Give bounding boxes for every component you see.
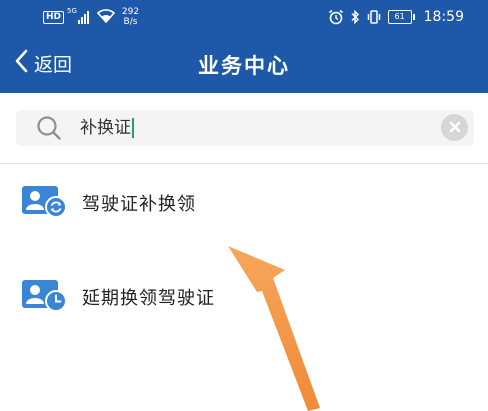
search-box[interactable]: 补换证 <box>16 110 474 146</box>
hd-badge: HD <box>43 10 65 24</box>
vibrate-icon <box>366 10 382 24</box>
wifi-icon <box>96 8 116 27</box>
status-bar: HD 5G 292 B/s 61 18:59 <box>0 0 488 33</box>
nav-bar: 返回 业务中心 <box>0 33 488 93</box>
status-left-group: HD 5G 292 B/s <box>43 4 139 30</box>
battery-icon: 61 <box>387 10 415 24</box>
license-clock-icon <box>22 277 67 317</box>
result-item-label: 延期换领驾驶证 <box>82 288 215 309</box>
network-type: 5G <box>67 7 77 15</box>
result-item-license-replacement[interactable]: 驾驶证补换领 <box>0 168 488 238</box>
network-speed: 292 B/s <box>122 7 139 27</box>
result-item-label: 驾驶证补换领 <box>82 194 196 215</box>
close-icon <box>449 118 461 137</box>
speed-value: 292 <box>121 7 140 17</box>
license-refresh-icon <box>22 183 67 223</box>
status-time: 18:59 <box>423 9 464 25</box>
status-right-group: 61 18:59 <box>328 4 464 30</box>
search-input[interactable]: 补换证 <box>80 116 134 140</box>
search-section: 补换证 <box>0 93 488 164</box>
result-item-license-renewal[interactable]: 延期换领驾驶证 <box>0 262 488 332</box>
alarm-icon <box>328 9 344 25</box>
clear-search-button[interactable] <box>441 114 468 141</box>
signal-icon <box>77 10 90 24</box>
page-title: 业务中心 <box>198 54 290 78</box>
speed-unit: B/s <box>123 17 138 27</box>
search-icon <box>36 115 62 145</box>
text-cursor <box>132 118 134 138</box>
bluetooth-icon <box>350 9 360 25</box>
search-input-value: 补换证 <box>80 118 131 138</box>
